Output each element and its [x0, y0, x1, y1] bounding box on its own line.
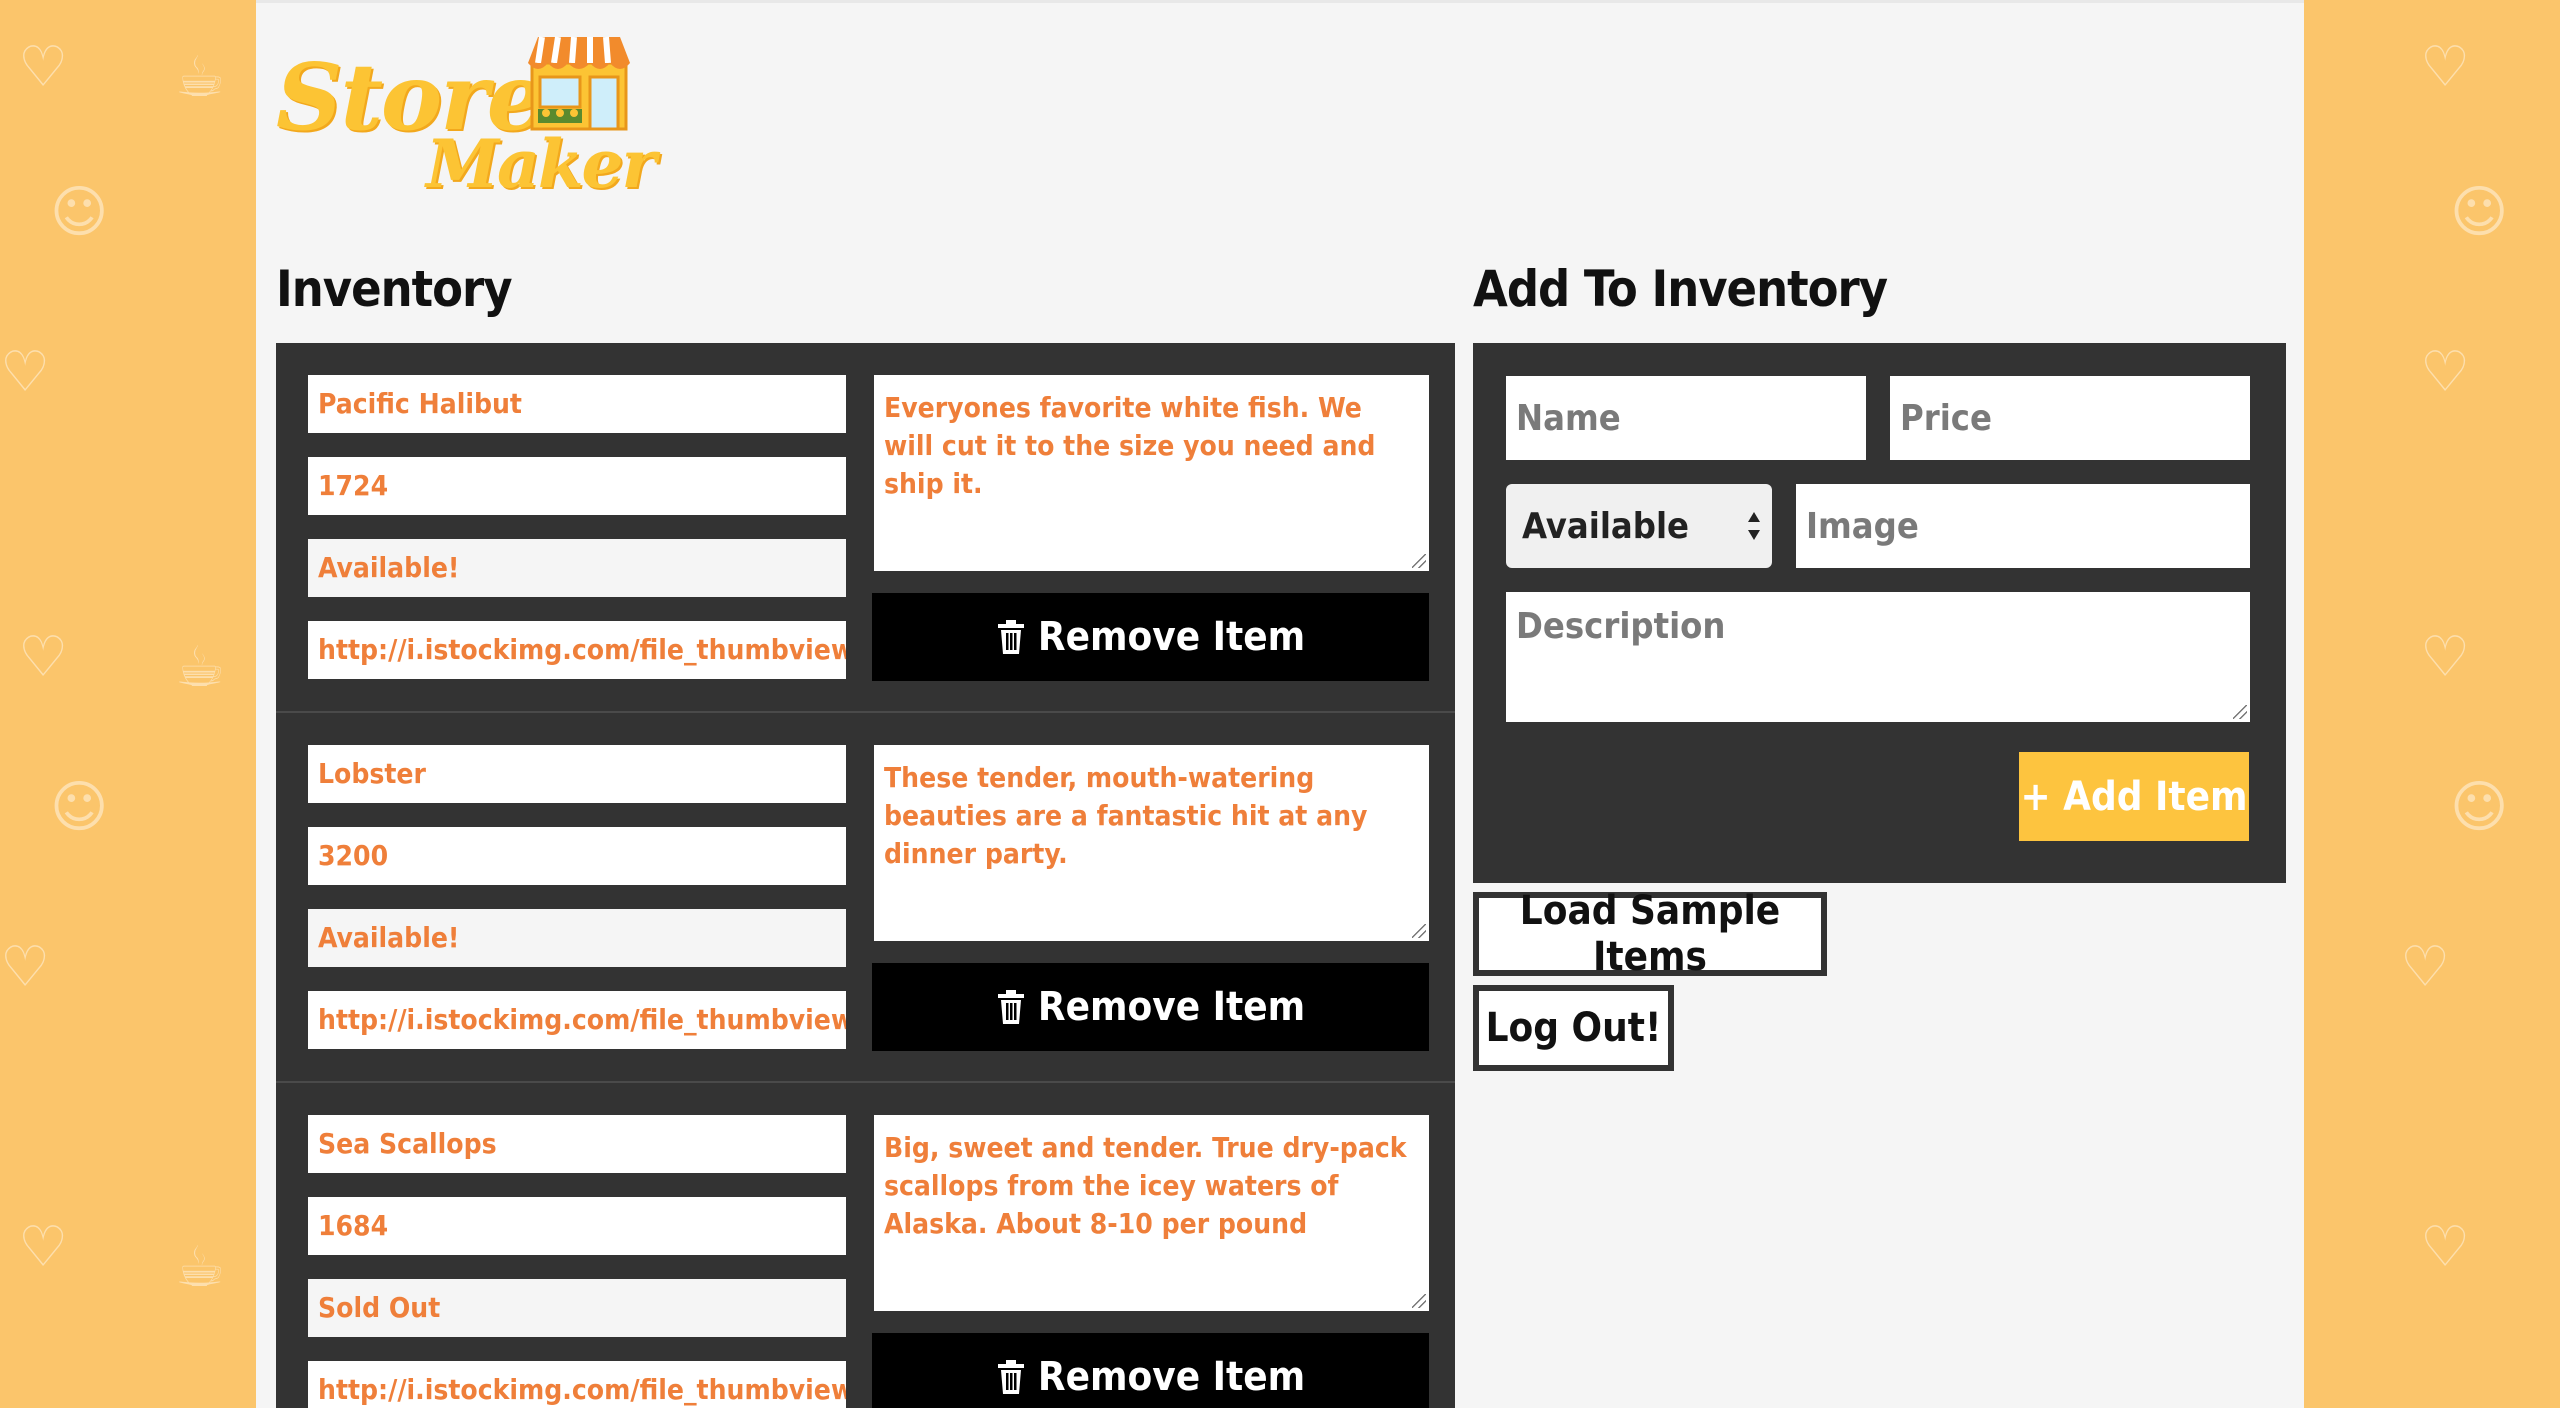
- heart-pattern-icon: ♡: [2420, 1215, 2471, 1280]
- item-image-input[interactable]: http://i.istockimg.com/file_thumbview_ap…: [308, 1361, 846, 1408]
- heart-pattern-icon: ♡: [18, 35, 69, 100]
- status-select-value: Available: [1522, 505, 1690, 547]
- item-price-input[interactable]: 3200: [308, 827, 846, 885]
- heart-pattern-icon: ♡: [2420, 340, 2471, 405]
- image-input[interactable]: Image: [1796, 484, 2250, 568]
- remove-item-label: Remove Item: [1037, 1354, 1306, 1400]
- heart-pattern-icon: ♡: [0, 340, 51, 405]
- teapot-pattern-icon: ☕: [175, 1235, 226, 1300]
- page-container: Store Maker Inventory Add To Inventory P…: [256, 0, 2304, 1408]
- item-price-input[interactable]: 1724: [308, 457, 846, 515]
- item-status-select[interactable]: Sold Out: [308, 1279, 846, 1337]
- item-description-textarea[interactable]: Big, sweet and tender. True dry-pack sca…: [874, 1115, 1429, 1311]
- resize-grip-icon[interactable]: [1412, 554, 1426, 568]
- remove-item-button[interactable]: Remove Item: [872, 963, 1429, 1051]
- trash-icon: [997, 620, 1024, 654]
- teapot-pattern-icon: ☕: [175, 45, 226, 110]
- description-placeholder: Description: [1516, 606, 1726, 647]
- item-name-input[interactable]: Sea Scallops: [308, 1115, 846, 1173]
- remove-item-label: Remove Item: [1037, 614, 1306, 660]
- heart-pattern-icon: ♡: [2400, 935, 2451, 1000]
- item-description-text: Big, sweet and tender. True dry-pack sca…: [884, 1131, 1407, 1240]
- inventory-item: Sea Scallops 1684 Sold Out http://i.isto…: [276, 1083, 1455, 1408]
- inventory-item: Pacific Halibut 1724 Available! http://i…: [276, 343, 1455, 713]
- item-description-textarea[interactable]: Everyones favorite white fish. We will c…: [874, 375, 1429, 571]
- inventory-list: Pacific Halibut 1724 Available! http://i…: [276, 343, 1455, 1408]
- store-maker-logo: Store Maker: [276, 33, 656, 208]
- trash-icon: [997, 990, 1024, 1024]
- add-item-button[interactable]: + Add Item: [2019, 752, 2249, 841]
- inventory-title: Inventory: [276, 260, 513, 318]
- status-select[interactable]: Available: [1506, 484, 1772, 568]
- resize-grip-icon[interactable]: [1412, 1294, 1426, 1308]
- item-description-textarea[interactable]: These tender, mouth-watering beauties ar…: [874, 745, 1429, 941]
- price-input[interactable]: Price: [1890, 376, 2250, 460]
- item-description-text: Everyones favorite white fish. We will c…: [884, 391, 1376, 500]
- item-description-text: These tender, mouth-watering beauties ar…: [884, 761, 1368, 870]
- item-image-input[interactable]: http://i.istockimg.com/file_thumbview_ap…: [308, 621, 846, 679]
- item-image-input[interactable]: http://i.istockimg.com/file_thumbview_ap…: [308, 991, 846, 1049]
- teapot-pattern-icon: ☕: [175, 635, 226, 700]
- heart-pattern-icon: ♡: [2420, 625, 2471, 690]
- remove-item-button[interactable]: Remove Item: [872, 1333, 1429, 1408]
- remove-item-button[interactable]: Remove Item: [872, 593, 1429, 681]
- trash-icon: [997, 1360, 1024, 1394]
- smiley-pattern-icon: ☺: [2450, 180, 2509, 245]
- heart-pattern-icon: ♡: [18, 1215, 69, 1280]
- smiley-pattern-icon: ☺: [2450, 775, 2509, 840]
- load-sample-items-button[interactable]: Load Sample Items: [1473, 888, 1827, 980]
- name-input[interactable]: Name: [1506, 376, 1866, 460]
- smiley-pattern-icon: ☺: [50, 180, 109, 245]
- log-out-button[interactable]: Log Out!: [1473, 985, 1674, 1071]
- remove-item-label: Remove Item: [1037, 984, 1306, 1030]
- logo-word-maker: Maker: [426, 125, 656, 203]
- smiley-pattern-icon: ☺: [50, 775, 109, 840]
- heart-pattern-icon: ♡: [0, 935, 51, 1000]
- resize-grip-icon[interactable]: [1412, 924, 1426, 938]
- heart-pattern-icon: ♡: [18, 625, 69, 690]
- item-name-input[interactable]: Lobster: [308, 745, 846, 803]
- description-textarea[interactable]: Description: [1506, 592, 2250, 722]
- add-item-form: Name Price Available Image Description +…: [1473, 343, 2286, 883]
- add-to-inventory-title: Add To Inventory: [1473, 260, 1888, 318]
- select-arrows-icon: [1748, 512, 1760, 540]
- item-price-input[interactable]: 1684: [308, 1197, 846, 1255]
- heart-pattern-icon: ♡: [2420, 35, 2471, 100]
- item-status-select[interactable]: Available!: [308, 909, 846, 967]
- resize-grip-icon[interactable]: [2233, 705, 2247, 719]
- item-status-select[interactable]: Available!: [308, 539, 846, 597]
- inventory-item: Lobster 3200 Available! http://i.istocki…: [276, 713, 1455, 1083]
- storefront-icon: [528, 36, 630, 131]
- item-name-input[interactable]: Pacific Halibut: [308, 375, 846, 433]
